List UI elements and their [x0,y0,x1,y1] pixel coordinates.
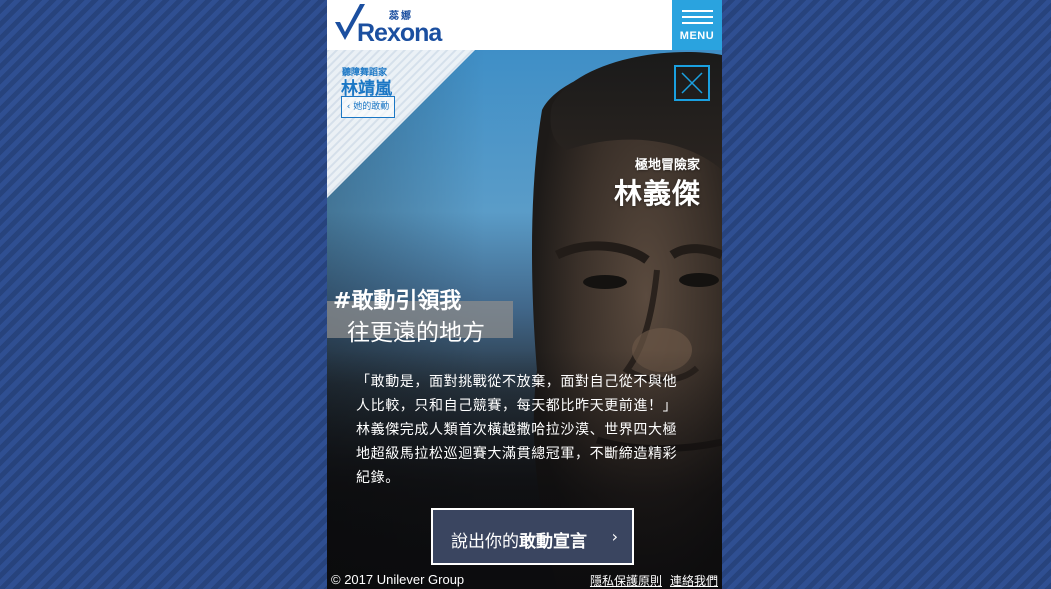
campaign-subline: 往更遠的地方 [347,320,485,346]
quote-line: 「敢動是，面對挑戰從不放棄，面對自己從不與他 [356,374,678,390]
cta-label: 說出你的敢動宣言 [451,527,587,552]
quote-line: 紀錄。 [356,470,400,486]
close-button[interactable] [674,65,710,101]
copyright-text: © 2017 Unilever Group [331,572,465,587]
declaration-cta-button[interactable]: 說出你的敢動宣言 › [431,508,634,565]
logo-wordmark: Rexona [357,19,442,47]
mobile-viewport: 蕊娜 Rexona MENU 聽障舞蹈家 林靖嵐 ‹ 她的敢動 極地冒險家 林義… [327,0,722,589]
profile-quote: 「敢動是，面對挑戰從不放棄，面對自己從不與他 人比較，只和自己競賽，每天都比昨天… [356,370,703,490]
hamburger-line [682,22,713,24]
chevron-right-icon: › [611,527,618,546]
quote-line: 人比較，只和自己競賽，每天都比昨天更前進！」 [356,398,678,414]
hamburger-line [682,16,713,18]
contact-link[interactable]: 連絡我們 [670,574,718,588]
close-icon [681,72,703,94]
her-story-link[interactable]: ‹ 她的敢動 [341,96,395,118]
previous-profile-card[interactable]: 聽障舞蹈家 林靖嵐 ‹ 她的敢動 [327,50,475,198]
quote-line: 林義傑完成人類首次橫越撒哈拉沙漠、世界四大極 [356,422,678,438]
hero-section: 聽障舞蹈家 林靖嵐 ‹ 她的敢動 極地冒險家 林義傑 #敢動引領我 往更遠的地方… [327,50,722,589]
site-header: 蕊娜 Rexona MENU [327,0,722,50]
cta-label-prefix: 說出你的 [451,532,519,552]
footer-links: 隱私保護原則 連絡我們 [582,572,718,589]
profile-name: 林義傑 [613,177,701,210]
profile-role: 極地冒險家 [634,158,700,173]
privacy-link[interactable]: 隱私保護原則 [590,574,662,588]
menu-label: MENU [679,30,715,42]
menu-button[interactable]: MENU [672,0,722,50]
quote-line: 地超級馬拉松巡迴賽大滿貫總冠軍，不斷締造精彩 [356,446,678,462]
cta-label-emphasis: 敢動宣言 [519,532,587,552]
hamburger-icon [682,10,713,12]
rexona-logo[interactable]: 蕊娜 Rexona [333,2,443,47]
campaign-hashtag: #敢動引領我 [333,289,462,314]
